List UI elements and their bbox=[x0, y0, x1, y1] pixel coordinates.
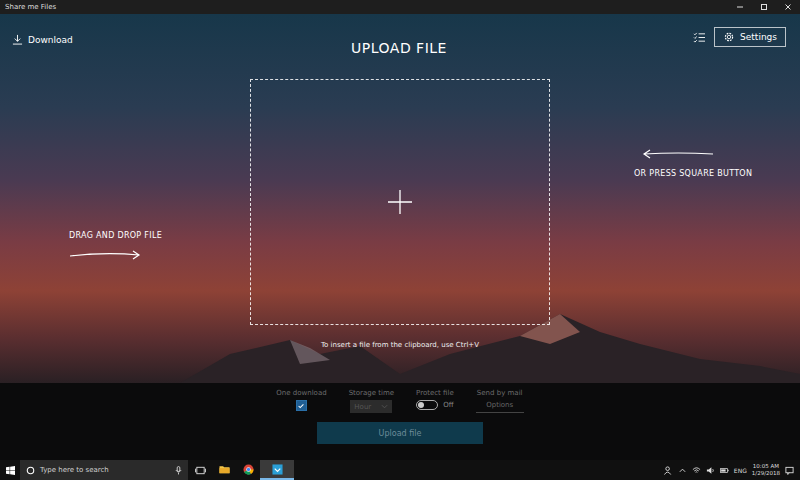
upload-button[interactable]: Upload file bbox=[317, 422, 483, 444]
download-button[interactable]: Download bbox=[12, 34, 73, 45]
toggle-switch[interactable] bbox=[416, 400, 438, 410]
drag-drop-hint: DRAG AND DROP FILE bbox=[69, 79, 250, 325]
task-view-icon bbox=[195, 465, 206, 476]
clipboard-hint: To insert a file from the clipboard, use… bbox=[0, 325, 800, 349]
volume-icon[interactable] bbox=[706, 466, 715, 475]
microphone-icon[interactable] bbox=[175, 466, 182, 475]
share-app-icon bbox=[272, 464, 283, 475]
storage-time-select[interactable]: Hour bbox=[350, 400, 392, 413]
options-panel: One download Storage time Hour Protect f… bbox=[0, 383, 800, 460]
mail-options-button[interactable]: Options bbox=[476, 400, 524, 413]
option-label: Storage time bbox=[349, 389, 394, 397]
download-icon bbox=[12, 34, 23, 45]
chrome-icon bbox=[243, 464, 254, 475]
system-tray: ENG 10:05 AM 1/29/2018 bbox=[664, 463, 800, 476]
gear-icon bbox=[723, 31, 735, 43]
start-button[interactable] bbox=[0, 460, 20, 480]
window-title: Share me Files bbox=[5, 3, 56, 11]
taskbar-app[interactable] bbox=[212, 460, 236, 480]
search-box[interactable]: Type here to search bbox=[20, 460, 188, 480]
upload-area: Download UPLOAD FILE Settings DRAG AND D… bbox=[0, 14, 800, 383]
minimize-icon[interactable] bbox=[728, 2, 752, 12]
arrow-left-icon bbox=[642, 149, 714, 159]
option-label: Protect file bbox=[416, 389, 454, 397]
option-toggle: Protect file Off bbox=[416, 389, 454, 410]
people-icon[interactable] bbox=[664, 466, 673, 475]
checklist-icon[interactable] bbox=[693, 32, 706, 43]
page-title: UPLOAD FILE bbox=[351, 14, 447, 56]
option-label: Send by mail bbox=[477, 389, 523, 397]
windows-icon bbox=[6, 466, 15, 475]
option-select: Storage time Hour bbox=[349, 389, 394, 413]
battery-icon[interactable] bbox=[720, 466, 729, 475]
option-checkbox: One download bbox=[276, 389, 326, 411]
option-label: One download bbox=[276, 389, 326, 397]
square-button-hint: OR PRESS SQUARE BUTTON bbox=[550, 79, 800, 325]
language-indicator[interactable]: ENG bbox=[734, 467, 747, 474]
drop-zone[interactable] bbox=[250, 79, 550, 325]
settings-button[interactable]: Settings bbox=[714, 27, 786, 47]
plus-icon bbox=[388, 190, 412, 214]
arrow-right-icon bbox=[69, 250, 141, 260]
toggle-state: Off bbox=[443, 401, 453, 409]
notifications-icon[interactable] bbox=[785, 466, 794, 475]
close-icon[interactable] bbox=[776, 2, 800, 12]
cortana-icon bbox=[26, 466, 35, 475]
taskbar: Type here to search ENG 10:05 AM 1/29/20… bbox=[0, 460, 800, 480]
maximize-icon[interactable] bbox=[752, 2, 776, 12]
app-window: Share me Files Download UPLOAD FILE Sett… bbox=[0, 0, 800, 480]
task-view-button[interactable] bbox=[188, 460, 212, 480]
title-bar: Share me Files bbox=[0, 0, 800, 14]
option-link: Send by mail Options bbox=[476, 389, 524, 413]
taskbar-app[interactable] bbox=[236, 460, 260, 480]
clock[interactable]: 10:05 AM 1/29/2018 bbox=[752, 463, 780, 476]
chevron-down-icon bbox=[381, 404, 388, 409]
network-icon[interactable] bbox=[692, 466, 701, 475]
chevron-up-icon[interactable] bbox=[678, 466, 687, 475]
check-icon bbox=[297, 402, 305, 410]
folder-icon bbox=[219, 464, 230, 475]
checkbox[interactable] bbox=[296, 400, 307, 411]
taskbar-app[interactable] bbox=[260, 460, 294, 480]
